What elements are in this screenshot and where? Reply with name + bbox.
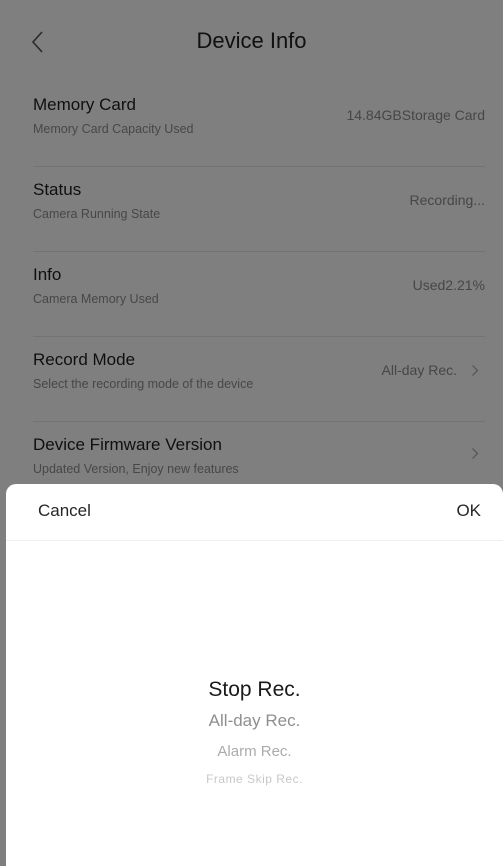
record-mode-wheel[interactable]: Stop Rec. All-day Rec. Alarm Rec. Frame …: [6, 540, 503, 866]
picker-option-alarm-rec[interactable]: Alarm Rec.: [6, 743, 503, 760]
picker-option-stop-rec[interactable]: Stop Rec.: [6, 678, 503, 702]
record-mode-picker-sheet: Cancel OK Stop Rec. All-day Rec. Alarm R…: [6, 484, 503, 866]
cancel-button[interactable]: Cancel: [38, 501, 91, 521]
picker-option-frame-skip-rec[interactable]: Frame Skip Rec.: [6, 772, 503, 786]
ok-button[interactable]: OK: [456, 501, 481, 521]
picker-option-all-day-rec[interactable]: All-day Rec.: [6, 711, 503, 731]
picker-header: Cancel OK: [6, 484, 503, 541]
